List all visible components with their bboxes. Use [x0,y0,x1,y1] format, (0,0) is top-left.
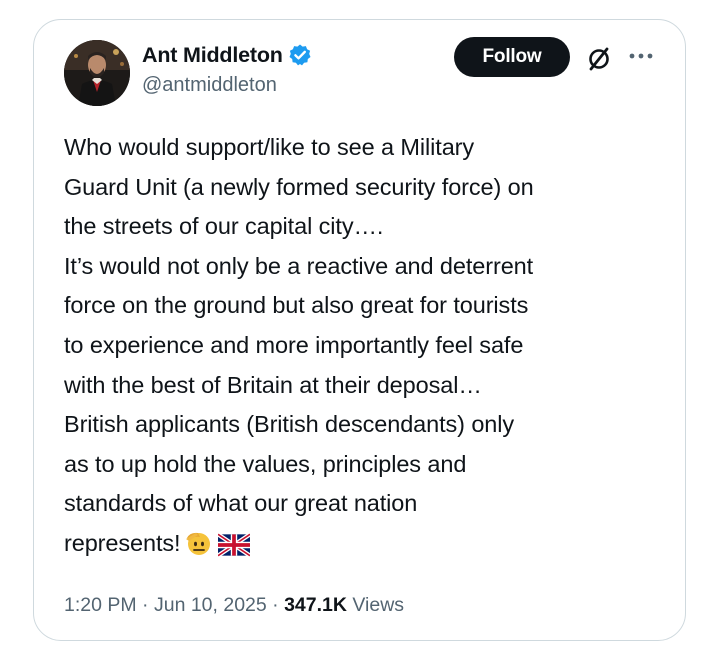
tweet-line-text: represents! [64,529,181,556]
saluting-face-emoji-icon [184,529,214,570]
tweet-card: Ant Middleton @antmiddleton Follow Who w… [33,19,686,641]
tweet-line: British applicants (British descendants)… [64,411,515,438]
tweet-line: with the best of Britain at their deposa… [64,371,482,398]
meta-separator: · [266,594,285,616]
tweet-line: Who would support/like to see a Military [64,134,475,160]
grok-icon[interactable] [584,44,614,74]
verified-badge-icon [288,43,312,67]
handle[interactable]: @antmiddleton [142,74,277,97]
display-name[interactable]: Ant Middleton [142,43,283,68]
author-name-row: Ant Middleton [142,40,312,70]
tweet-meta: 1:20 PM · Jun 10, 2025 · 347.1K Views [64,594,404,617]
more-options-icon[interactable] [626,46,656,66]
tweet-time[interactable]: 1:20 PM [64,594,137,616]
tweet-line: standards of what our great nation [64,490,418,517]
tweet-line-last: represents! [64,524,664,570]
tweet-line: force on the ground but also great for t… [64,292,529,319]
tweet-text: Who would support/like to see a Military… [64,128,664,570]
views-label: Views [346,594,405,616]
views-count[interactable]: 347.1K [284,594,347,616]
avatar[interactable] [64,40,130,106]
tweet-line: It’s would not only be a reactive and de… [64,252,534,279]
tweet-line: to experience and more importantly feel … [64,331,524,358]
tweet-date[interactable]: Jun 10, 2025 [154,594,267,616]
tweet-line: the streets of our capital city…. [64,213,384,240]
avatar-image [64,40,130,106]
tweet-line: Guard Unit (a newly formed security forc… [64,173,534,200]
tweet-line: as to up hold the values, principles and [64,450,467,477]
follow-button[interactable]: Follow [454,37,570,77]
uk-flag-emoji-icon [217,530,252,570]
meta-separator: · [136,594,154,616]
